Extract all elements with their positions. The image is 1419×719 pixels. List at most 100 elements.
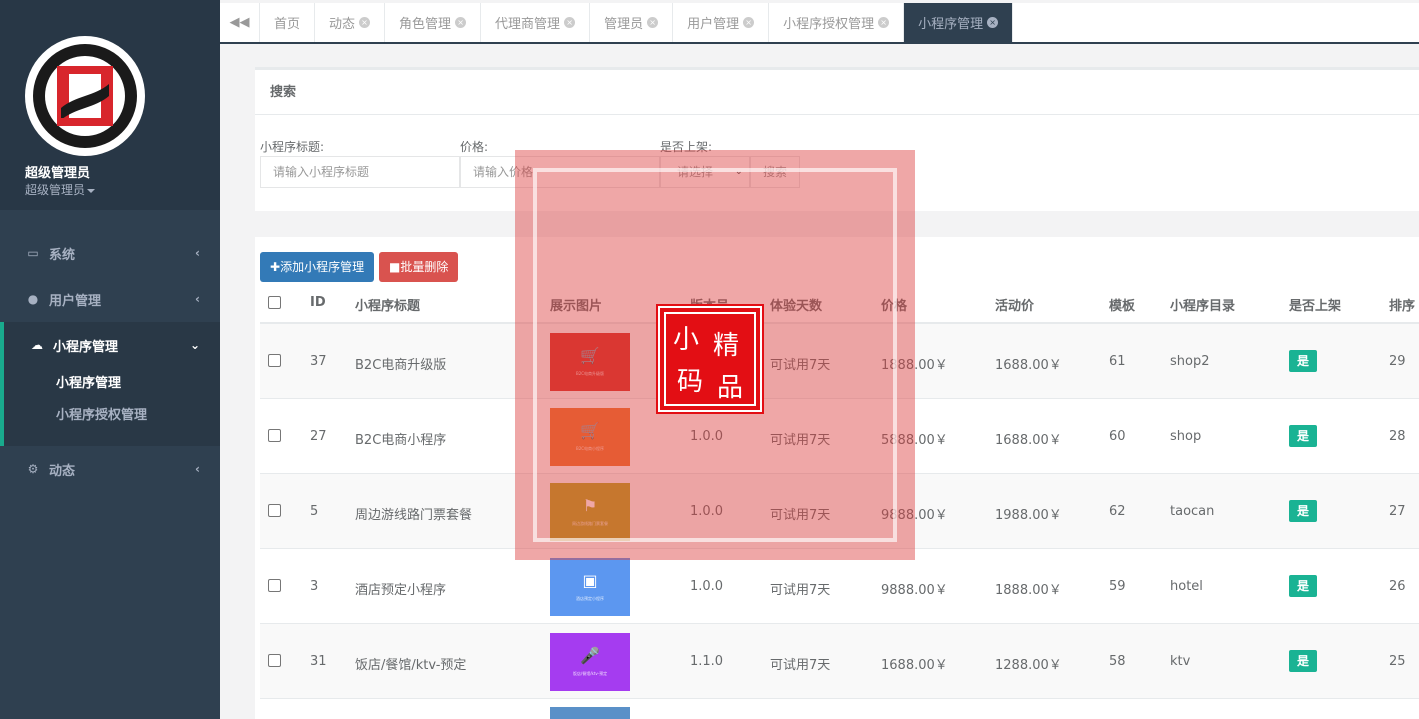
thumbnail-caption: 酒店预定小程序 <box>576 596 604 601</box>
cell-price: 5888.00￥ <box>881 433 948 448</box>
sidebar-item-users[interactable]: ● 用户管理 ‹ <box>0 276 220 322</box>
shelf-status-badge[interactable]: 是 <box>1289 575 1317 597</box>
close-icon[interactable]: × <box>455 17 467 28</box>
tab-label: 小程序授权管理 <box>783 17 875 32</box>
table-row[interactable]: 31 饭店/餐馆/ktv-预定 1.1.0 可试用7天 1688.00￥ 1288.00￥… <box>260 624 1419 699</box>
panel-title: 搜索 <box>255 70 1419 115</box>
close-icon[interactable]: × <box>878 17 890 28</box>
cart-icon: 🛒 <box>580 421 600 440</box>
price-input[interactable]: 请输入价格 <box>460 156 660 188</box>
cell-version: 1.0.0 <box>690 429 724 444</box>
gears-icon: ⚙ <box>27 462 39 476</box>
cell-template: 61 <box>1109 354 1126 369</box>
tab-scroll-left-button[interactable]: ◀◀ <box>220 3 260 42</box>
cell-title: B2C电商小程序 <box>355 433 447 448</box>
cell-sale: 1688.00￥ <box>995 433 1062 448</box>
cell-dir: ktv <box>1170 654 1191 669</box>
shelf-status-badge[interactable]: 是 <box>1289 350 1317 372</box>
cell-days: 可试用7天 <box>770 583 831 598</box>
sidebar-item-dynamic[interactable]: ⚙ 动态 ‹ <box>0 446 220 492</box>
trash-icon: ■ <box>389 260 401 274</box>
tab-label: 用户管理 <box>687 17 740 32</box>
th-price: 价格 <box>881 299 908 314</box>
sidebar-item-label: 系统 <box>49 247 76 263</box>
chevron-left-icon: ‹ <box>195 462 200 476</box>
row-thumbnail: ⚑ 周边游线路门票套餐 <box>550 483 630 541</box>
shelf-status-badge[interactable]: 是 <box>1289 425 1317 447</box>
sidebar-subitem-miniprogram[interactable]: 小程序管理 <box>4 368 220 400</box>
tab-home[interactable]: 首页 <box>260 3 316 42</box>
row-thumbnail-partial <box>550 707 630 719</box>
sidebar-nav: ▭ 系统 ‹ ● 用户管理 ‹ ☁ 小程序管理 ⌄ 小程序管理 小程序授权管理 … <box>0 230 220 492</box>
batch-delete-button[interactable]: ■批量删除 <box>379 252 459 282</box>
close-icon[interactable]: × <box>359 17 371 28</box>
close-icon[interactable]: × <box>743 17 755 28</box>
row-checkbox[interactable] <box>268 429 281 442</box>
cell-title: 酒店预定小程序 <box>355 583 447 598</box>
cell-price: 9888.00￥ <box>881 583 948 598</box>
tab-label: 角色管理 <box>399 17 452 32</box>
profile-role-dropdown[interactable]: 超级管理员 <box>25 181 96 198</box>
profile-name: 超级管理员 <box>25 166 91 181</box>
title-label: 小程序标题: <box>260 140 325 154</box>
sidebar-item-miniprogram[interactable]: ☁ 小程序管理 ⌄ <box>4 322 220 368</box>
sidebar-item-label: 小程序管理 <box>53 339 119 355</box>
cell-id: 37 <box>310 354 327 369</box>
search-button[interactable]: 搜索 <box>750 156 801 188</box>
close-icon[interactable]: × <box>564 17 576 28</box>
tab-users[interactable]: 用户管理 × <box>673 3 770 42</box>
sidebar-subitem-auth[interactable]: 小程序授权管理 <box>4 400 220 446</box>
table-row[interactable]: 3 酒店预定小程序 1.0.0 可试用7天 9888.00￥ 1888.00￥ 59 hote… <box>260 549 1419 624</box>
sidebar: 超级管理员 超级管理员 ▭ 系统 ‹ ● 用户管理 ‹ ☁ 小程序管理 ⌄ 小程… <box>0 0 220 719</box>
profile-panel: 超级管理员 超级管理员 <box>0 0 220 210</box>
cell-sort: 26 <box>1389 579 1406 594</box>
tab-auth[interactable]: 小程序授权管理 × <box>769 3 905 42</box>
close-icon[interactable]: × <box>987 17 999 28</box>
shelf-status-badge[interactable]: 是 <box>1289 650 1317 672</box>
chevron-down-icon: ⌄ <box>734 166 743 177</box>
th-days: 体验天数 <box>770 299 823 314</box>
cell-title: 饭店/餐馆/ktv-预定 <box>355 658 467 673</box>
cell-sort: 28 <box>1389 429 1406 444</box>
shelf-label: 是否上架: <box>660 140 713 154</box>
row-thumbnail: 🛒 B2C电商小程序 <box>550 408 630 466</box>
shelf-status-badge[interactable]: 是 <box>1289 500 1317 522</box>
tab-agents[interactable]: 代理商管理 × <box>481 3 591 42</box>
search-panel: 搜索 小程序标题: 请输入小程序标题 价格: 请输入价格 是否上架: 请选择 ⌄ … <box>255 67 1419 211</box>
title-input[interactable]: 请输入小程序标题 <box>260 156 460 188</box>
tab-label: 小程序管理 <box>918 17 984 32</box>
cell-price: 9888.00￥ <box>881 508 948 523</box>
row-checkbox[interactable] <box>268 579 281 592</box>
row-checkbox[interactable] <box>268 654 281 667</box>
cell-id: 31 <box>310 654 327 669</box>
close-icon[interactable]: × <box>647 17 659 28</box>
price-label: 价格: <box>460 140 489 154</box>
add-miniprogram-button[interactable]: ✚添加小程序管理 <box>260 252 375 282</box>
table-header: ID 小程序标题 展示图片 版本号 体验天数 价格 活动价 模板 小程序目录 是… <box>260 282 1419 324</box>
select-all-checkbox[interactable] <box>268 296 281 309</box>
tab-bar: ◀◀ 首页 动态 × 角色管理 × 代理商管理 × 管理员 × 用户管理 × 小程序授权管… <box>220 3 1419 44</box>
tab-roles[interactable]: 角色管理 × <box>385 3 482 42</box>
avatar[interactable] <box>25 36 145 156</box>
th-title: 小程序标题 <box>355 299 421 314</box>
tab-miniprogram[interactable]: 小程序管理 × <box>904 3 1014 42</box>
building-icon: ▣ <box>582 571 598 590</box>
shelf-select[interactable]: 请选择 ⌄ <box>660 156 750 188</box>
th-dir: 小程序目录 <box>1170 299 1236 314</box>
thumbnail-caption: 周边游线路门票套餐 <box>572 521 608 526</box>
table-row[interactable]: 5 周边游线路门票套餐 1.0.0 可试用7天 9888.00￥ 1988.00￥ 62 ta… <box>260 474 1419 549</box>
cell-sort: 29 <box>1389 354 1406 369</box>
thumbnail-caption: B2C电商升级版 <box>575 371 605 376</box>
th-id: ID <box>310 295 326 310</box>
th-sale: 活动价 <box>995 299 1035 314</box>
chevron-left-icon: ‹ <box>195 246 200 260</box>
thumbnail-caption: B2C电商小程序 <box>575 446 605 451</box>
row-checkbox[interactable] <box>268 504 281 517</box>
row-checkbox[interactable] <box>268 354 281 367</box>
shelf-select-value: 请选择 <box>677 165 714 179</box>
sidebar-item-system[interactable]: ▭ 系统 ‹ <box>0 230 220 276</box>
tab-dynamic[interactable]: 动态 × <box>315 3 386 42</box>
table-row[interactable]: 37 B2C电商升级版 可试用7天 1888.00￥ 1688.00￥ 61 shop2 29… <box>260 324 1419 399</box>
tab-admins[interactable]: 管理员 × <box>590 3 674 42</box>
table-row[interactable]: 27 B2C电商小程序 1.0.0 可试用7天 5888.00￥ 1688.00￥ 60 sh… <box>260 399 1419 474</box>
